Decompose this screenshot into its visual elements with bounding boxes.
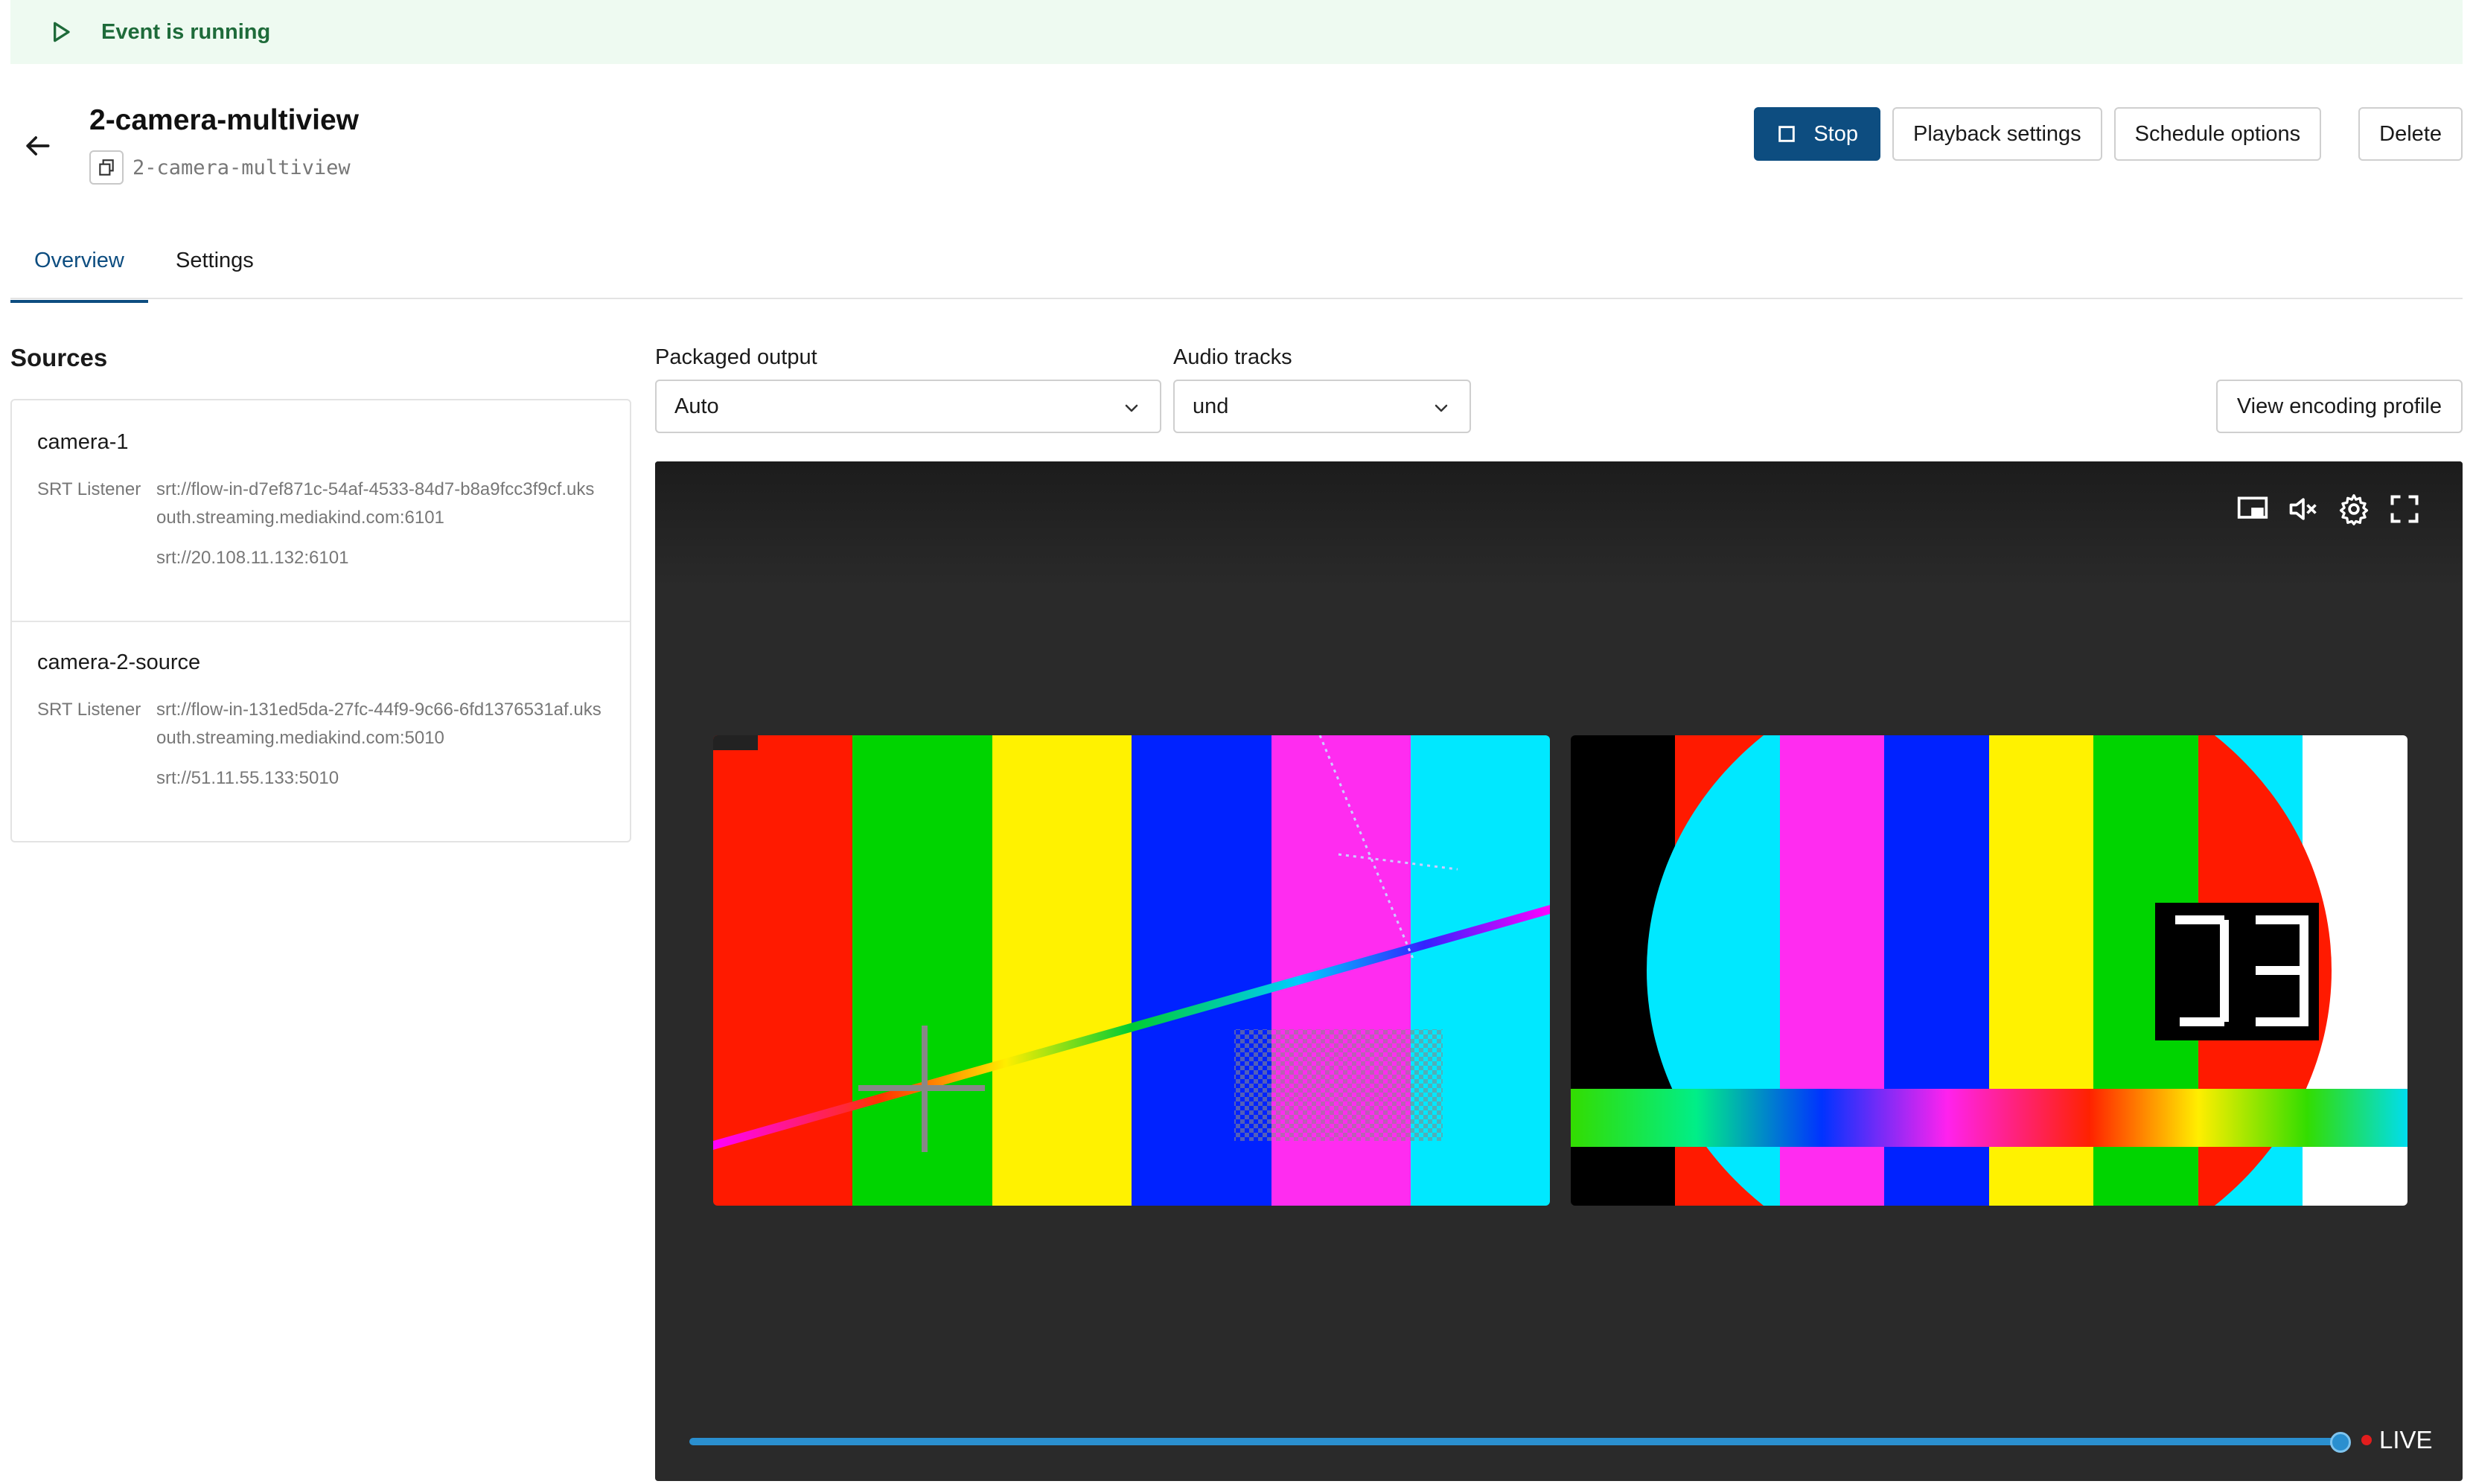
packaged-output-value: Auto [674,394,719,418]
source-ip-url: srt://20.108.11.132:6101 [156,548,349,568]
play-icon [54,22,70,42]
source-name: camera-2-source [37,650,201,674]
page-title: 2-camera-multiview [89,104,359,136]
camera-1-frame [713,735,1550,1206]
list-item: camera-1 SRT Listener srt://flow-in-d7ef… [12,430,630,572]
tab-bar: Overview Settings [10,231,2463,303]
chevron-down-icon [1125,404,1138,412]
status-text: Event is running [101,19,271,44]
stop-icon [1778,126,1796,142]
packaged-output-label: Packaged output [655,345,817,369]
divider [12,621,630,622]
mute-icon[interactable] [2287,493,2320,525]
status-banner: Event is running [10,0,2463,64]
source-details: SRT Listener srt://flow-in-d7ef871c-54af… [37,476,604,572]
source-details: SRT Listener srt://flow-in-131ed5da-27fc… [37,696,604,793]
back-arrow-icon[interactable] [21,129,54,162]
source-url: srt://flow-in-d7ef871c-54af-4533-84d7-b8… [156,479,595,528]
chevron-down-icon [1435,404,1448,412]
stop-label: Stop [1813,121,1858,146]
copy-icon [99,159,114,176]
audio-tracks-select[interactable]: und [1173,380,1471,433]
source-url: srt://flow-in-131ed5da-27fc-44f9-9c66-6f… [156,700,602,748]
header-actions: Stop Playback settings Schedule options … [1754,107,2463,161]
sources-panel: camera-1 SRT Listener srt://flow-in-d7ef… [10,399,631,842]
audio-tracks-value: und [1193,394,1229,418]
picture-in-picture-icon[interactable] [2236,493,2269,525]
live-label: LIVE [2379,1426,2433,1453]
player-top-gradient [655,461,2463,588]
delete-button[interactable]: Delete [2358,107,2463,161]
page-header: 2-camera-multiview 2-camera-multiview St… [0,97,2473,201]
event-id: 2-camera-multiview [133,156,351,179]
sources-heading: Sources [10,344,108,371]
audio-tracks-label: Audio tracks [1173,345,1292,369]
test-pattern-image [1571,735,2407,1206]
packaged-output-select[interactable]: Auto [655,380,1161,433]
progress-handle[interactable] [2330,1432,2351,1453]
list-item: camera-2-source SRT Listener srt://flow-… [12,650,630,793]
gear-icon[interactable] [2338,493,2370,525]
copy-button[interactable] [89,150,124,185]
color-bars-image [713,735,1550,1206]
schedule-options-button[interactable]: Schedule options [2113,107,2322,161]
playback-settings-button[interactable]: Playback settings [1892,107,2102,161]
source-type: SRT Listener [37,479,141,499]
fullscreen-icon[interactable] [2388,493,2421,525]
stop-button[interactable]: Stop [1754,107,1880,161]
source-ip-url: srt://51.11.55.133:5010 [156,768,339,788]
view-encoding-profile-button[interactable]: View encoding profile [2215,380,2463,433]
tab-overview[interactable]: Overview [10,249,148,303]
source-type: SRT Listener [37,700,141,720]
live-dot [2361,1435,2372,1445]
tab-settings[interactable]: Settings [176,249,254,273]
source-name: camera-1 [37,430,129,454]
progress-bar[interactable] [689,1438,2335,1445]
live-indicator[interactable]: LIVE [2361,1426,2433,1454]
video-player[interactable]: LIVE [655,461,2463,1481]
event-id-row: 2-camera-multiview [89,150,351,185]
player-controls [2236,493,2421,525]
camera-2-frame [1571,735,2407,1206]
